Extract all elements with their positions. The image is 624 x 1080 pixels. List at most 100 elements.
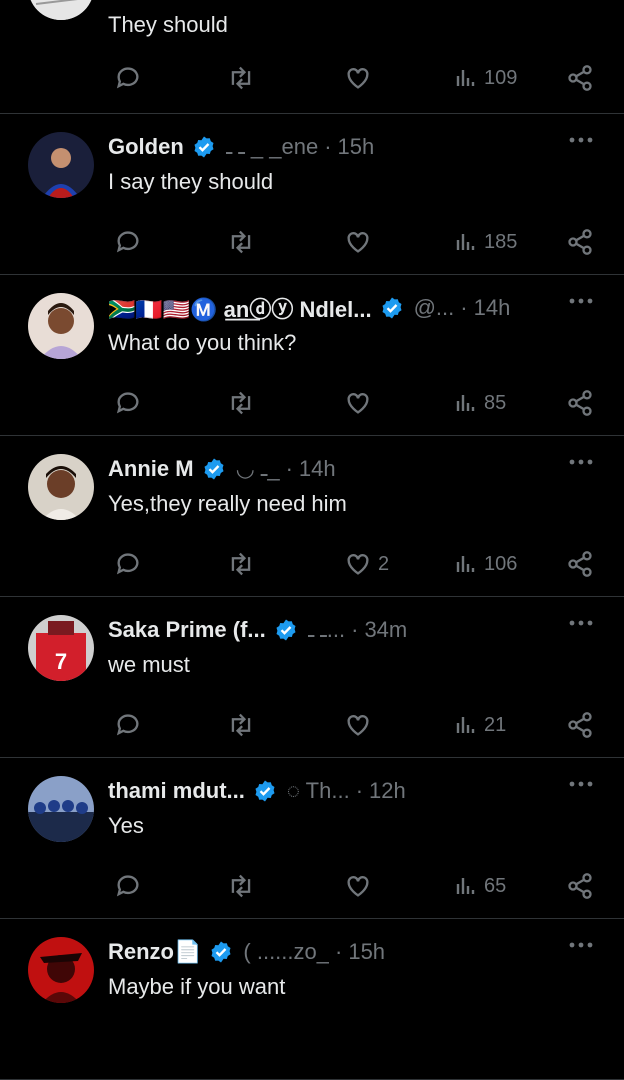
action-bar: 21 [108,710,594,740]
views-button[interactable]: 85 [454,388,506,418]
handle[interactable]: ◌ Th... [287,778,350,804]
views-button[interactable]: 109 [454,63,517,93]
retweet-button[interactable] [220,710,256,740]
views-button[interactable]: 65 [454,871,506,901]
views-count: 21 [484,713,507,736]
like-button[interactable]: 2 [338,549,389,579]
avatar[interactable] [28,454,94,520]
svg-text:7: 7 [55,649,67,674]
more-icon [568,780,594,788]
tweet-text: I say they should [108,169,274,194]
tweet-row[interactable]: Annie M ◡ ـ_ · 14h Yes,they really need … [0,436,624,597]
display-name[interactable]: 🇿🇦🇫🇷🇺🇸Ⓜ️ a͟n͟ⓓⓨ Ndlel... [108,294,372,322]
views-icon [454,551,478,577]
tweet-header: Saka Prime (f... ـ ـ... · 34m [108,616,538,644]
more-button[interactable] [568,136,594,144]
retweet-button[interactable] [220,871,256,901]
retweet-button[interactable] [220,388,256,418]
avatar[interactable] [28,132,94,198]
reply-button[interactable] [108,388,142,418]
more-button[interactable] [568,458,594,466]
share-icon [566,228,594,256]
tweet-text: Yes [108,813,144,838]
views-button[interactable]: 106 [454,549,517,579]
tweet-row[interactable]: thami mdut... ◌ Th... · 12h Yes 65 [0,758,624,919]
more-icon [568,297,594,305]
tweet-row[interactable]: 🇿🇦🇫🇷🇺🇸Ⓜ️ a͟n͟ⓓⓨ Ndlel... @... · 14h What… [0,275,624,436]
like-button[interactable] [338,227,378,257]
heart-icon [344,64,372,92]
reply-icon [114,64,142,92]
retweet-button[interactable] [220,63,256,93]
share-icon [566,872,594,900]
display-name[interactable]: Saka Prime (f... [108,617,266,643]
handle[interactable]: ـ ـ... [308,617,345,643]
share-button[interactable] [560,63,594,93]
avatar[interactable] [28,0,94,20]
more-button[interactable] [568,297,594,305]
views-icon [454,390,478,416]
heart-icon [344,872,372,900]
handle[interactable]: ـ ـ _ _ene [226,134,318,160]
more-button[interactable] [568,941,594,949]
timestamp[interactable]: 14h [474,295,511,321]
views-button[interactable]: 185 [454,227,517,257]
display-name[interactable]: Golden [108,134,184,160]
heart-icon [344,550,372,578]
more-button[interactable] [568,780,594,788]
share-button[interactable] [560,388,594,418]
tweet-row[interactable]: They should 109 [0,0,624,114]
views-count: 65 [484,874,507,897]
share-button[interactable] [560,871,594,901]
tweet-text: Yes,they really need him [108,491,347,516]
like-button[interactable] [338,871,378,901]
reply-button[interactable] [108,227,142,257]
tweet-row[interactable]: Golden ـ ـ _ _ene · 15h I say they shoul… [0,114,624,275]
reply-button[interactable] [108,549,142,579]
display-name[interactable]: Renzo📄 [108,939,201,965]
reply-icon [114,389,142,417]
reply-button[interactable] [108,871,142,901]
avatar[interactable] [28,937,94,1003]
share-button[interactable] [560,710,594,740]
share-button[interactable] [560,227,594,257]
reply-button[interactable] [108,63,142,93]
separator-dot: · [285,456,293,481]
display-name[interactable]: Annie M [108,456,194,482]
tweet-header: thami mdut... ◌ Th... · 12h [108,777,538,805]
display-name[interactable]: thami mdut... [108,778,245,804]
retweet-button[interactable] [220,549,256,579]
retweet-icon [226,228,256,256]
avatar[interactable] [28,293,94,359]
verified-badge-icon [380,296,404,320]
tweet-row[interactable]: 7 Saka Prime (f... ـ ـ... · 34m we must … [0,597,624,758]
avatar[interactable] [28,776,94,842]
more-icon [568,136,594,144]
verified-badge-icon [192,135,216,159]
more-icon [568,458,594,466]
more-button[interactable] [568,619,594,627]
avatar[interactable]: 7 [28,615,94,681]
timestamp[interactable]: 34m [364,617,407,643]
views-icon [454,229,478,255]
handle[interactable]: ◡ ـ_ [236,456,280,482]
reply-icon [114,550,142,578]
retweet-button[interactable] [220,227,256,257]
handle[interactable]: ( ......zo_ [243,939,329,965]
like-button[interactable] [338,63,372,93]
tweet-header: Annie M ◡ ـ_ · 14h [108,455,538,483]
reply-button[interactable] [108,710,142,740]
more-icon [568,941,594,949]
tweet-row[interactable]: Renzo📄 ( ......zo_ · 15h Maybe if you wa… [0,919,624,1080]
verified-badge-icon [209,940,233,964]
timestamp[interactable]: 14h [299,456,336,482]
share-button[interactable] [560,549,594,579]
views-count: 185 [484,230,518,253]
views-button[interactable]: 21 [454,710,506,740]
timestamp[interactable]: 15h [338,134,375,160]
like-button[interactable] [338,710,378,740]
like-button[interactable] [338,388,378,418]
timestamp[interactable]: 15h [348,939,385,965]
timestamp[interactable]: 12h [369,778,406,804]
handle[interactable]: @... [414,295,455,321]
